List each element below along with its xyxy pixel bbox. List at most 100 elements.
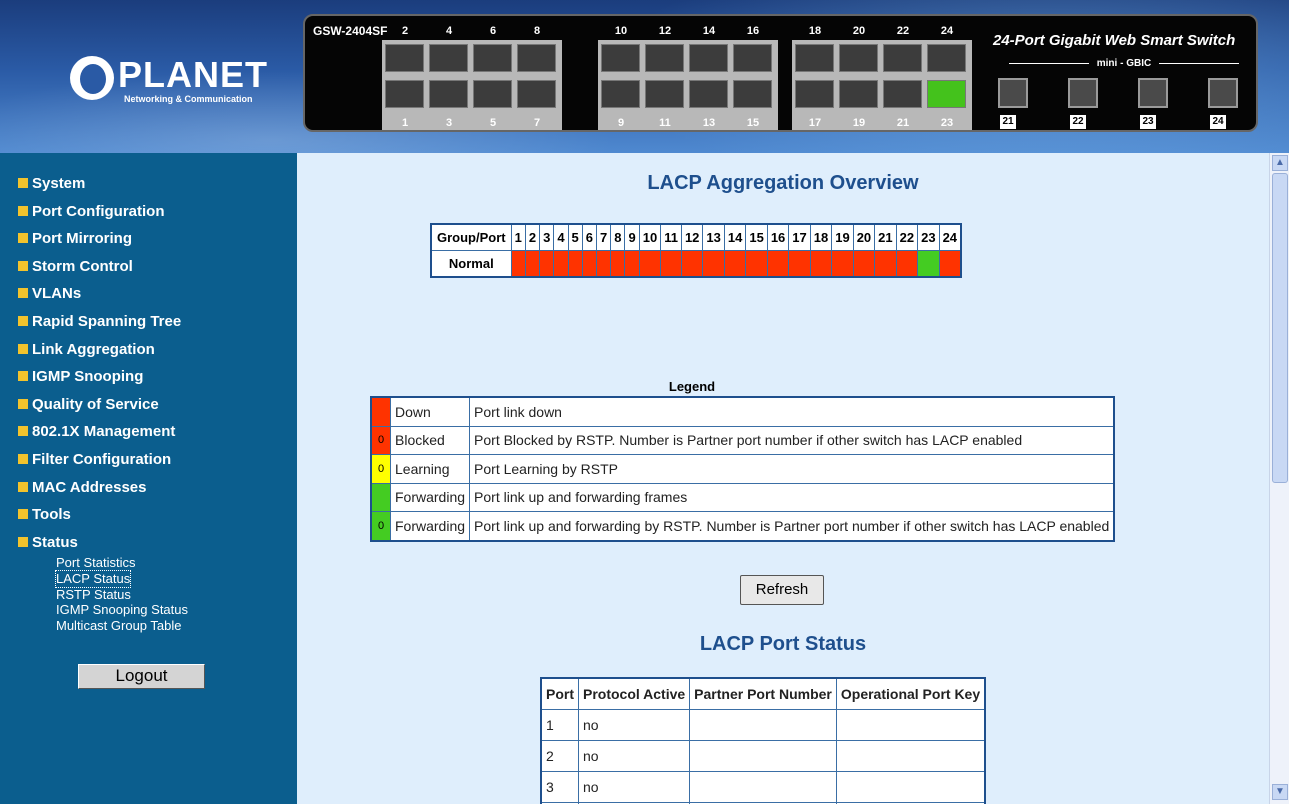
submenu-item-multicast-group-table[interactable]: Multicast Group Table bbox=[56, 618, 188, 634]
rj45-port-icon bbox=[429, 44, 468, 72]
scrollbar-thumb[interactable] bbox=[1272, 173, 1288, 483]
switch-model: GSW-2404SF bbox=[313, 24, 388, 38]
sidebar-item-storm-control[interactable]: Storm Control bbox=[18, 258, 181, 286]
sidebar-item-system[interactable]: System bbox=[18, 175, 181, 203]
port-state-cell bbox=[680, 250, 704, 278]
sidebar-item-label: Port Configuration bbox=[32, 202, 165, 220]
sidebar-item-igmp-snooping[interactable]: IGMP Snooping bbox=[18, 368, 181, 396]
port-column-header: 22 bbox=[895, 223, 919, 251]
port-number-label: 16 bbox=[746, 25, 760, 37]
port-number-label: 10 bbox=[614, 25, 628, 37]
rj45-port-icon bbox=[689, 44, 728, 72]
bullet-square-icon bbox=[18, 536, 28, 547]
port-number-label: 15 bbox=[746, 117, 760, 129]
port-status-title: LACP Port Status bbox=[699, 633, 867, 655]
mini-gbic-label: mini - GBIC bbox=[995, 58, 1253, 69]
port-number-label: 11 bbox=[659, 117, 671, 129]
port-number-label: 19 bbox=[852, 117, 866, 129]
table-cell bbox=[689, 709, 837, 741]
sidebar-item-vlans[interactable]: VLANs bbox=[18, 285, 181, 313]
port-column-header: 1 bbox=[510, 223, 526, 251]
sidebar-item-label: Filter Configuration bbox=[32, 450, 172, 468]
scroll-up-icon[interactable]: ▲ bbox=[1272, 155, 1288, 171]
sidebar-item-label: MAC Addresses bbox=[32, 478, 147, 496]
legend-state: Learning bbox=[389, 454, 471, 484]
column-header: Port bbox=[540, 677, 579, 710]
refresh-button[interactable]: Refresh bbox=[740, 575, 824, 605]
legend-description: Port link up and forwarding by RSTP. Num… bbox=[469, 511, 1115, 541]
bullet-square-icon bbox=[18, 343, 28, 354]
status-submenu: Port Statistics LACP Status RSTP Status IGM… bbox=[54, 555, 188, 634]
rj45-port-icon bbox=[429, 80, 468, 108]
rj45-port-icon bbox=[733, 44, 772, 72]
sidebar-item-label: Storm Control bbox=[32, 257, 133, 275]
submenu-item-port-statistics[interactable]: Port Statistics bbox=[56, 555, 188, 571]
port-state-cell bbox=[874, 250, 897, 278]
scrollbar[interactable]: ▲ ▼ bbox=[1269, 153, 1289, 804]
rj45-port-icon bbox=[601, 80, 640, 108]
port-column-header: 2 bbox=[524, 223, 541, 251]
submenu-item-igmp-snooping-status[interactable]: IGMP Snooping Status bbox=[56, 602, 188, 618]
port-number-label: 6 bbox=[489, 25, 497, 37]
table-cell bbox=[835, 740, 986, 772]
sidebar-item-label: IGMP Snooping bbox=[32, 368, 144, 386]
sidebar-menu: System Port Configuration Port Mirroring St… bbox=[18, 175, 181, 561]
legend-description: Port link up and forwarding frames bbox=[469, 482, 1115, 512]
port-column-header: 11 bbox=[660, 223, 682, 251]
port-state-cell bbox=[660, 250, 682, 278]
rj45-port-icon bbox=[645, 44, 684, 72]
port-column-header: 6 bbox=[581, 223, 598, 251]
port-state-cell bbox=[596, 250, 612, 278]
port-column-header: 4 bbox=[553, 223, 569, 251]
bullet-square-icon bbox=[18, 398, 28, 409]
sidebar-item-802-1x-management[interactable]: 802.1X Management bbox=[18, 423, 181, 451]
rj45-port-icon bbox=[473, 80, 512, 108]
port-state-cell bbox=[745, 250, 768, 278]
table-cell: no bbox=[577, 740, 691, 772]
sidebar-item-mac-addresses[interactable]: MAC Addresses bbox=[18, 479, 181, 507]
rj45-port-icon bbox=[517, 80, 556, 108]
submenu-item-rstp-status[interactable]: RSTP Status bbox=[56, 587, 188, 603]
sidebar-item-tools[interactable]: Tools bbox=[18, 506, 181, 534]
port-column-header: 8 bbox=[610, 223, 626, 251]
sfp-port-icon bbox=[1208, 78, 1238, 108]
table-cell bbox=[835, 771, 986, 803]
sfp-port-label: 24 bbox=[1210, 115, 1226, 129]
port-number-label: 17 bbox=[808, 117, 822, 129]
rj45-port-icon bbox=[883, 44, 922, 72]
logout-button[interactable]: Logout bbox=[78, 664, 205, 689]
legend-swatch bbox=[370, 396, 391, 427]
sidebar-item-label: Port Mirroring bbox=[32, 230, 132, 248]
port-state-cell bbox=[852, 250, 876, 278]
port-number-label: 4 bbox=[445, 25, 453, 37]
port-column-header: 21 bbox=[874, 223, 897, 251]
table-cell bbox=[835, 709, 986, 741]
port-column-header: 10 bbox=[638, 223, 662, 251]
port-state-cell bbox=[895, 250, 919, 278]
legend-state: Blocked bbox=[389, 425, 471, 455]
port-number-label: 13 bbox=[702, 117, 716, 129]
submenu-item-lacp-status[interactable]: LACP Status bbox=[54, 569, 132, 588]
legend-description: Port Learning by RSTP bbox=[469, 454, 1115, 484]
legend-state: Down bbox=[389, 396, 471, 427]
sidebar-item-link-aggregation[interactable]: Link Aggregation bbox=[18, 341, 181, 369]
bullet-square-icon bbox=[18, 316, 28, 326]
sidebar-item-port-configuration[interactable]: Port Configuration bbox=[18, 203, 181, 231]
bullet-square-icon bbox=[18, 205, 28, 216]
port-number-label: 14 bbox=[702, 25, 716, 37]
column-header: Partner Port Number bbox=[689, 677, 837, 710]
sidebar-item-filter-configuration[interactable]: Filter Configuration bbox=[18, 451, 181, 479]
bullet-square-icon bbox=[18, 453, 28, 464]
scroll-down-icon[interactable]: ▼ bbox=[1272, 784, 1288, 800]
bullet-square-icon bbox=[18, 509, 28, 520]
sidebar-item-quality-of-service[interactable]: Quality of Service bbox=[18, 396, 181, 424]
sidebar-item-rapid-spanning-tree[interactable]: Rapid Spanning Tree bbox=[18, 313, 181, 341]
logo-circle-icon bbox=[70, 56, 114, 100]
port-number-label: 20 bbox=[852, 25, 866, 37]
port-state-cell bbox=[553, 250, 569, 278]
legend-description: Port Blocked by RSTP. Number is Partner … bbox=[469, 425, 1115, 455]
table-row: 3 no bbox=[540, 771, 986, 803]
port-state-cell bbox=[702, 250, 725, 278]
sfp-port-label: 21 bbox=[1000, 115, 1016, 129]
sidebar-item-port-mirroring[interactable]: Port Mirroring bbox=[18, 230, 181, 258]
